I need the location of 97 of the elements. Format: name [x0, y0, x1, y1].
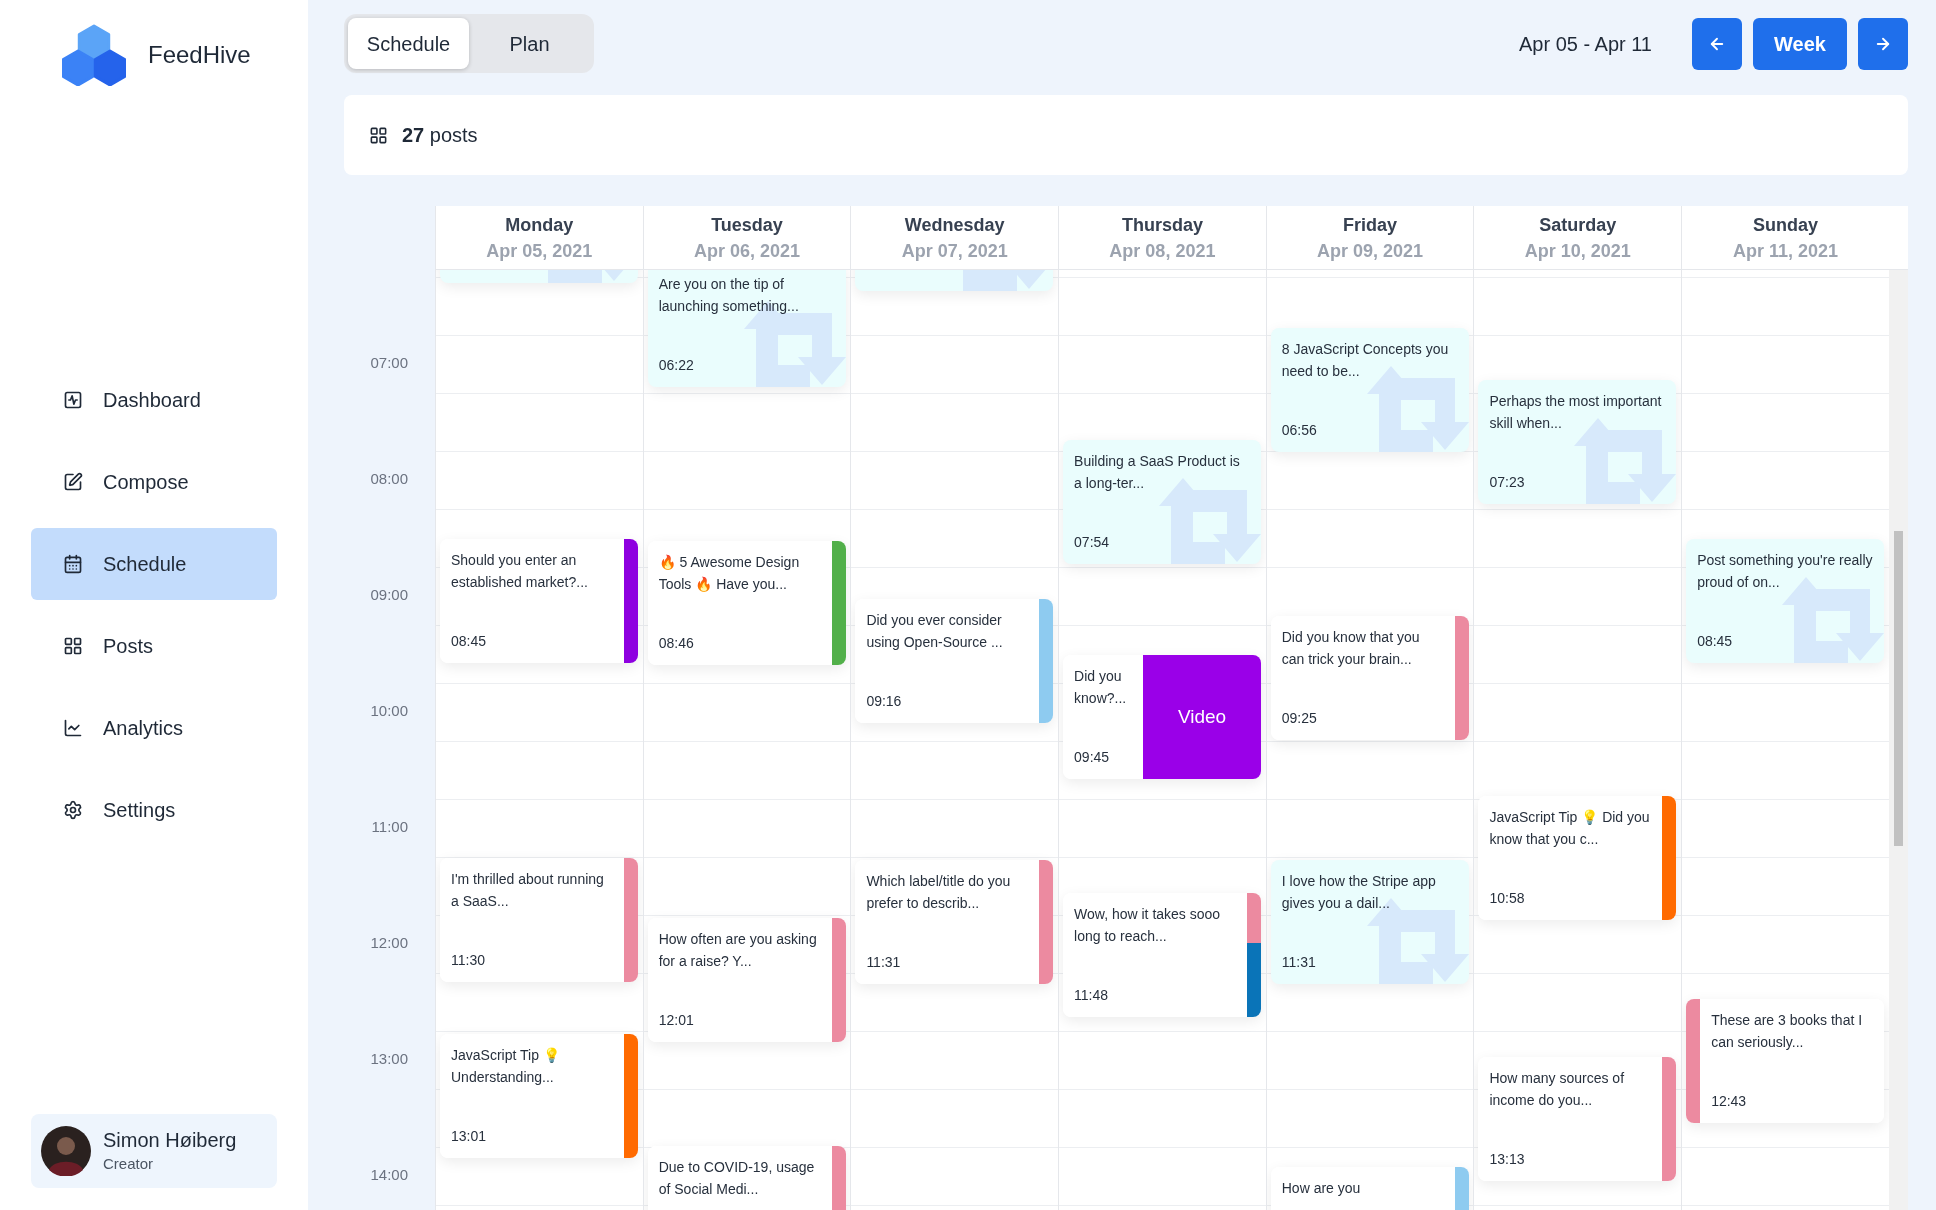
post-time: 11:48 — [1074, 986, 1110, 1005]
day-date: Apr 10, 2021 — [1524, 239, 1631, 263]
post-text: Should you enter an established market?... — [451, 551, 589, 592]
post-count: 27 posts — [402, 123, 478, 148]
calendar-icon — [63, 554, 83, 574]
time-label: 07:00 — [370, 353, 408, 373]
avatar — [41, 1126, 91, 1176]
post-text: Post something you're really proud of on... — [1697, 551, 1874, 592]
day-name: Wednesday — [904, 213, 1005, 237]
dashboard-icon — [63, 390, 83, 410]
post-time: 13:13 — [1489, 1150, 1526, 1169]
day-date: Apr 11, 2021 — [1732, 239, 1838, 263]
post-card[interactable]: 8 JavaScript Concepts you need to be... 06:56 — [1270, 328, 1469, 452]
post-text: 8 JavaScript Concepts you need to be... — [1281, 340, 1450, 381]
user-role: Creator — [103, 1153, 155, 1174]
day-name: Monday — [505, 213, 574, 237]
post-card[interactable]: Are you on the tip of launching something... 06:22 — [647, 270, 846, 387]
day-date: Apr 07, 2021 — [901, 239, 1008, 263]
post-text: These are 3 books that I can seriously... — [1711, 1011, 1864, 1052]
post-time: 12:01 — [658, 1011, 695, 1030]
nav-item[interactable]: Compose — [31, 446, 277, 518]
post-time: 11:30 — [451, 951, 486, 970]
post-time: 07:54 — [1074, 533, 1111, 552]
grid-icon — [369, 125, 388, 145]
post-text: JavaScript Tip 💡 Did you know that you c... — [1489, 808, 1651, 849]
post-card[interactable]: Perhaps the most important skill when... 07:23 — [1478, 380, 1677, 504]
post-time: 10:58 — [1489, 889, 1526, 908]
day-name: Tuesday — [711, 213, 783, 237]
post-time: 11:31 — [1281, 953, 1317, 972]
post-text: 🔥 5 Awesome Design Tools 🔥 Have you... — [658, 553, 801, 594]
nav-item[interactable]: Posts — [31, 610, 277, 682]
scrollbar-thumb[interactable] — [1893, 531, 1903, 846]
post-time: 06:56 — [1281, 421, 1318, 440]
nav-item[interactable]: Dashboard — [31, 364, 277, 436]
post-text: JavaScript Tip 💡 Understanding... — [451, 1046, 561, 1087]
date-range: Apr 05 - Apr 11 — [1518, 31, 1652, 57]
time-label: 10:00 — [370, 701, 408, 721]
post-time: 09:25 — [1281, 709, 1318, 728]
post-time: 08:45 — [451, 632, 488, 651]
time-label: 09:00 — [370, 585, 408, 605]
time-label: 14:00 — [370, 1165, 408, 1185]
post-time: 08:46 — [658, 634, 695, 653]
week-button[interactable]: Week — [1753, 17, 1847, 70]
post-text: Wow, how it takes sooo long to reach... — [1074, 905, 1222, 946]
day-date: Apr 05, 2021 — [486, 239, 593, 263]
post-text: Building a SaaS Product is a long-ter... — [1074, 452, 1241, 493]
day-name: Sunday — [1752, 213, 1818, 237]
settings-icon — [63, 800, 83, 820]
view-tab[interactable]: Plan — [469, 18, 590, 69]
post-card[interactable]: Building a SaaS Product is a long-ter... 07:54 — [1063, 440, 1262, 564]
nav-item[interactable]: Schedule — [31, 528, 277, 600]
day-name: Friday — [1343, 213, 1398, 237]
day-date: Apr 09, 2021 — [1317, 239, 1424, 263]
post-text: Which label/title do you prefer to describ... — [866, 872, 1012, 913]
day-date: Apr 08, 2021 — [1109, 239, 1216, 263]
day-name: Thursday — [1121, 213, 1203, 237]
post-time: 09:45 — [1074, 748, 1111, 767]
line-chart-icon — [63, 718, 83, 738]
post-text: Did you know that you can trick your brain... — [1281, 628, 1421, 669]
day-name: Saturday — [1539, 213, 1617, 237]
time-label: 11:00 — [371, 817, 408, 837]
time-label: 12:00 — [370, 933, 408, 953]
compose-icon — [63, 472, 83, 492]
post-card[interactable]: Did you know?... 09:45 Video — [1063, 655, 1262, 779]
post-card[interactable]: Post something you're really proud of on... 08:45 — [1686, 539, 1885, 663]
post-text: How are you — [1281, 1179, 1362, 1198]
post-time: 09:16 — [866, 692, 903, 711]
time-label: 08:00 — [370, 469, 408, 489]
post-time: 13:01 — [451, 1127, 488, 1146]
post-text: How many sources of income do you... — [1489, 1069, 1626, 1110]
time-label: 13:00 — [370, 1049, 408, 1069]
post-time: 08:45 — [1697, 632, 1734, 651]
post-text: Did you know?... — [1074, 667, 1128, 708]
post-text: Are you on the tip of launching something... — [658, 275, 800, 316]
post-text: Did you ever consider using Open-Source ... — [866, 611, 1004, 652]
post-text: I love how the Stripe app gives you a dail... — [1281, 872, 1437, 913]
post-time: 11:31 — [866, 953, 902, 972]
nav-item[interactable]: Settings — [31, 774, 277, 846]
brand-name: FeedHive — [148, 40, 251, 70]
user-name: Simon Høiberg — [103, 1127, 237, 1153]
user-card[interactable]: Simon Høiberg Creator — [31, 1114, 277, 1188]
video-label: Video — [1177, 704, 1227, 729]
hexagon-logo-icon — [62, 24, 126, 86]
day-date: Apr 06, 2021 — [694, 239, 801, 263]
post-text: How often are you asking for a raise? Y... — [658, 930, 818, 971]
nav-item[interactable]: Analytics — [31, 692, 277, 764]
grid-icon — [63, 636, 83, 656]
post-text: Due to COVID-19, usage of Social Medi... — [658, 1158, 816, 1199]
view-tab[interactable]: Schedule — [348, 18, 469, 69]
post-time: 06:22 — [658, 356, 695, 375]
post-text: I'm thrilled about running a SaaS... — [451, 870, 605, 911]
post-time: 12:43 — [1711, 1092, 1748, 1111]
next-week-button[interactable] — [1858, 17, 1908, 70]
post-card[interactable]: I love how the Stripe app gives you a dail... 11:31 — [1270, 860, 1469, 984]
post-text: Perhaps the most important skill when... — [1489, 392, 1663, 433]
post-time: 07:23 — [1489, 473, 1526, 492]
previous-week-button[interactable] — [1692, 17, 1742, 70]
